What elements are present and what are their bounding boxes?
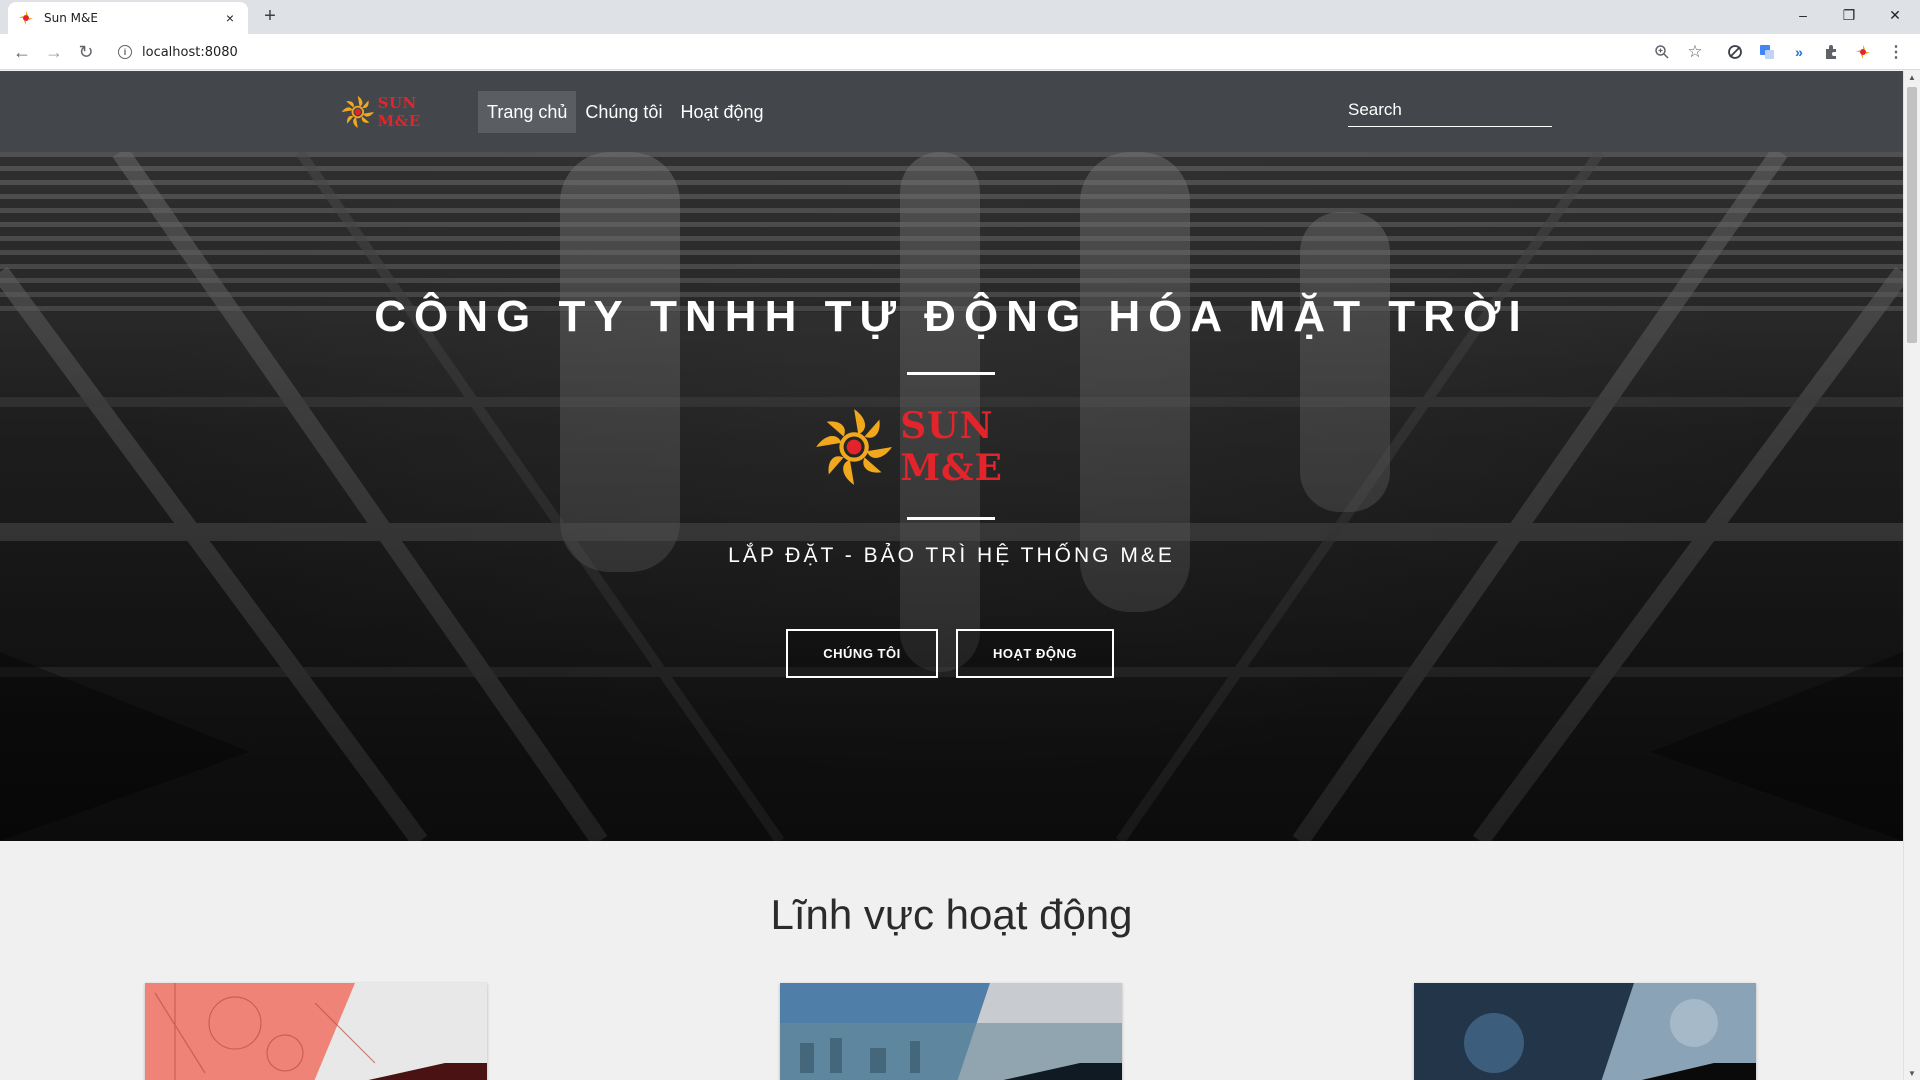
hero-banner: CÔNG TY TNHH TỰ ĐỘNG HÓA MẶT TRỜI SUN M&… bbox=[0, 152, 1903, 841]
hero-logo: SUN M&E bbox=[812, 397, 1092, 497]
address-bar[interactable]: i localhost:8080 bbox=[110, 38, 1680, 66]
close-window-button[interactable]: ✕ bbox=[1872, 0, 1918, 30]
chung-toi-button[interactable]: CHÚNG TÔI bbox=[786, 629, 938, 678]
service-card[interactable] bbox=[145, 983, 487, 1080]
service-card-image bbox=[145, 983, 487, 1080]
nav-links: Trang chủ Chúng tôi Hoạt động bbox=[478, 91, 773, 133]
search-input[interactable] bbox=[1348, 95, 1552, 125]
reload-icon[interactable]: ↻ bbox=[74, 40, 98, 64]
hero-divider-bottom bbox=[907, 517, 995, 520]
section-title: Lĩnh vực hoạt động bbox=[770, 891, 1133, 938]
back-arrow-icon[interactable]: ← bbox=[10, 40, 34, 64]
service-card[interactable] bbox=[1414, 983, 1756, 1080]
restore-button[interactable]: ❐ bbox=[1826, 0, 1872, 30]
scroll-up-arrow-icon[interactable]: ▲ bbox=[1908, 73, 1916, 82]
extension-sync-icon[interactable] bbox=[1725, 42, 1745, 62]
search-box bbox=[1348, 95, 1552, 127]
browser-menu-icon[interactable]: ⋮ bbox=[1886, 42, 1906, 62]
page-scrollbar[interactable]: ▲ ▼ bbox=[1903, 71, 1920, 1080]
hero-title: CÔNG TY TNHH TỰ ĐỘNG HÓA MẶT TRỜI bbox=[374, 292, 1529, 341]
site-navbar: SUN M&E Trang chủ Chúng tôi Hoạt động bbox=[0, 71, 1903, 152]
hero-logo-text: SUN M&E bbox=[900, 405, 1003, 489]
audio-extension-icon[interactable]: » bbox=[1789, 42, 1809, 62]
scroll-down-arrow-icon[interactable]: ▼ bbox=[1908, 1069, 1916, 1078]
sun-logo-icon bbox=[341, 95, 374, 129]
browser-toolbar: ← → ↻ i localhost:8080 ☆ » ⋮ bbox=[0, 34, 1920, 70]
browser-tab-strip: Sun M&E × + – ❐ ✕ bbox=[0, 0, 1920, 34]
nav-link-hoat-dong[interactable]: Hoạt động bbox=[671, 91, 772, 133]
nav-logo[interactable]: SUN M&E bbox=[340, 89, 460, 135]
nav-logo-text: SUN M&E bbox=[377, 94, 421, 130]
zoom-icon[interactable] bbox=[1652, 42, 1672, 62]
translate-extension-icon[interactable] bbox=[1757, 42, 1777, 62]
service-card[interactable] bbox=[780, 983, 1122, 1080]
hero-subtitle: LẮP ĐẶT - BẢO TRÌ HỆ THỐNG M&E bbox=[728, 544, 1175, 567]
nav-link-chung-toi[interactable]: Chúng tôi bbox=[576, 91, 671, 133]
scrollbar-thumb[interactable] bbox=[1907, 87, 1917, 343]
nav-link-trang-chu[interactable]: Trang chủ bbox=[478, 91, 577, 133]
profile-avatar-icon[interactable] bbox=[1853, 42, 1873, 62]
sun-logo-icon bbox=[816, 409, 892, 485]
forward-arrow-icon[interactable]: → bbox=[42, 40, 66, 64]
address-bar-url: localhost:8080 bbox=[142, 44, 238, 60]
page-viewport: SUN M&E Trang chủ Chúng tôi Hoạt động Se… bbox=[0, 71, 1920, 1080]
extensions-puzzle-icon[interactable] bbox=[1821, 42, 1841, 62]
service-card-image bbox=[1414, 983, 1756, 1080]
browser-tab[interactable]: Sun M&E × bbox=[8, 2, 248, 34]
site-info-icon[interactable]: i bbox=[118, 45, 132, 59]
browser-tab-title: Sun M&E bbox=[44, 11, 98, 25]
site-favicon-icon bbox=[19, 11, 33, 25]
new-tab-button[interactable]: + bbox=[260, 6, 280, 26]
hero-divider-top bbox=[907, 372, 995, 375]
bookmark-star-icon[interactable]: ☆ bbox=[1685, 42, 1705, 62]
service-card-image bbox=[780, 983, 1122, 1080]
hoat-dong-button[interactable]: HOẠT ĐỘNG bbox=[956, 629, 1114, 678]
tab-close-icon[interactable]: × bbox=[222, 10, 238, 26]
minimize-button[interactable]: – bbox=[1780, 0, 1826, 30]
